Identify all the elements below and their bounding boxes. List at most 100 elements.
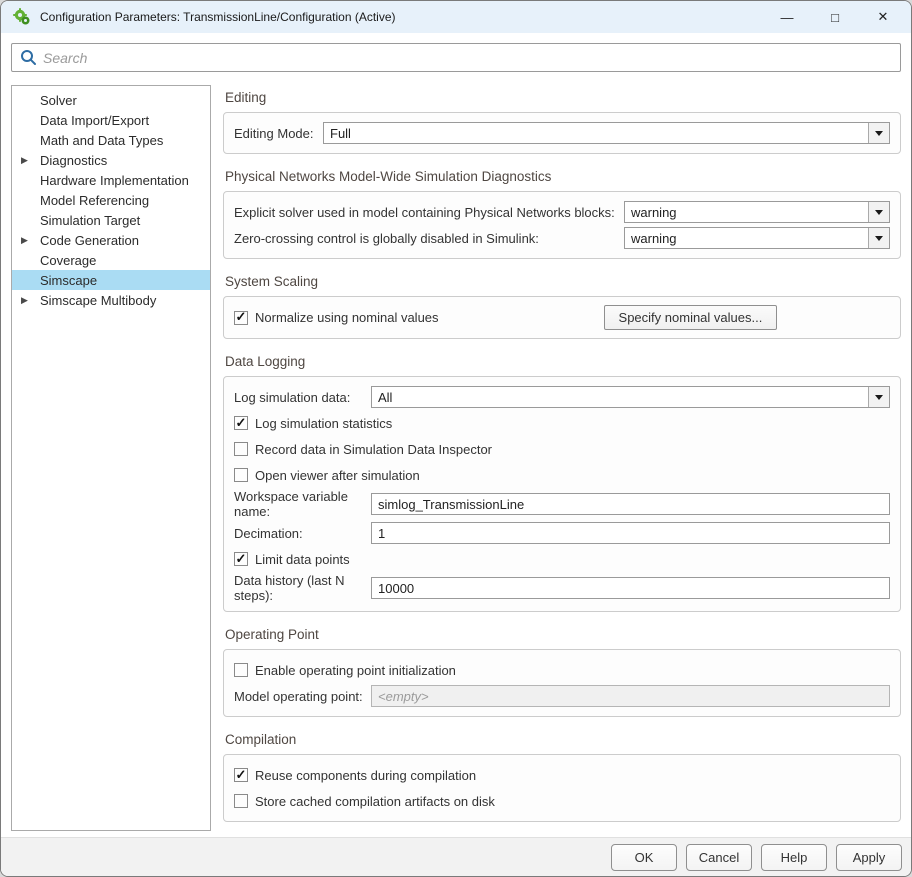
- help-button[interactable]: Help: [761, 843, 827, 871]
- log-statistics-row: Log simulation statistics: [234, 411, 890, 435]
- zero-crossing-label: Zero-crossing control is globally disabl…: [234, 230, 539, 246]
- log-simulation-data-select[interactable]: All: [371, 386, 890, 408]
- sidebar-item-label: Solver: [40, 92, 77, 108]
- reuse-components-label: Reuse components during compilation: [255, 767, 477, 783]
- sidebar-item-label: Hardware Implementation: [40, 172, 189, 188]
- sidebar-item-simscape[interactable]: Simscape: [12, 270, 210, 290]
- maximize-button[interactable]: □: [815, 3, 855, 31]
- ok-button[interactable]: OK: [611, 843, 677, 871]
- limit-data-points-label: Limit data points: [255, 551, 350, 567]
- search-input[interactable]: [43, 49, 894, 66]
- sidebar-item-label: Model Referencing: [40, 192, 150, 208]
- log-statistics-checkbox[interactable]: [234, 416, 248, 430]
- record-sdi-row: Record data in Simulation Data Inspector: [234, 437, 890, 461]
- sidebar-tree: Solver Data Import/Export Math and Data Ty…: [11, 85, 211, 831]
- system-scaling-group: Normalize using nominal values Specify n…: [223, 296, 901, 339]
- log-statistics-label: Log simulation statistics: [255, 415, 393, 431]
- workspace-variable-row: Workspace variable name:: [234, 489, 890, 519]
- search-box[interactable]: [11, 43, 901, 72]
- sidebar-item-label: Simulation Target: [40, 212, 141, 228]
- editing-mode-value: Full: [330, 125, 351, 141]
- operating-point-group: Enable operating point initialization Mo…: [223, 649, 901, 717]
- search-icon: [21, 50, 36, 65]
- expand-arrow-icon[interactable]: ▶: [21, 295, 38, 306]
- sidebar-item-label: Data Import/Export: [40, 112, 150, 128]
- editing-mode-select[interactable]: Full: [323, 122, 890, 144]
- compilation-group: Reuse components during compilation Stor…: [223, 754, 901, 822]
- sidebar-item-label: Simscape: [40, 272, 98, 288]
- sidebar-item-diagnostics[interactable]: ▶ Diagnostics: [12, 150, 210, 170]
- zero-crossing-value: warning: [631, 230, 677, 246]
- sidebar-item-solver[interactable]: Solver: [12, 90, 210, 110]
- log-simulation-data-row: Log simulation data: All: [234, 385, 890, 409]
- sidebar-item-simulation-target[interactable]: Simulation Target: [12, 210, 210, 230]
- sidebar-item-model-referencing[interactable]: Model Referencing: [12, 190, 210, 210]
- workspace-variable-input[interactable]: [371, 493, 890, 515]
- editing-mode-label: Editing Mode:: [234, 125, 314, 141]
- data-history-input[interactable]: [371, 577, 890, 599]
- model-op-input: [371, 685, 890, 707]
- dropdown-arrow-icon[interactable]: [868, 387, 889, 407]
- store-cached-checkbox[interactable]: [234, 794, 248, 808]
- decimation-row: Decimation:: [234, 521, 890, 545]
- minimize-button[interactable]: —: [767, 3, 807, 31]
- cancel-button[interactable]: Cancel: [686, 843, 752, 871]
- close-button[interactable]: ✕: [863, 3, 903, 31]
- sidebar-item-simscape-multibody[interactable]: ▶ Simscape Multibody: [12, 290, 210, 310]
- sidebar-item-label: Diagnostics: [40, 152, 108, 168]
- apply-button[interactable]: Apply: [836, 843, 902, 871]
- dropdown-arrow-icon[interactable]: [868, 202, 889, 222]
- open-viewer-label: Open viewer after simulation: [255, 467, 420, 483]
- sidebar-item-code-generation[interactable]: ▶ Code Generation: [12, 230, 210, 250]
- titlebar: Configuration Parameters: TransmissionLi…: [1, 1, 911, 33]
- explicit-solver-value: warning: [631, 204, 677, 220]
- window-title: Configuration Parameters: TransmissionLi…: [40, 10, 396, 24]
- open-viewer-row: Open viewer after simulation: [234, 463, 890, 487]
- open-viewer-checkbox[interactable]: [234, 468, 248, 482]
- reuse-components-row: Reuse components during compilation: [234, 763, 890, 787]
- sidebar-item-label: Code Generation: [40, 232, 140, 248]
- dialog-body: Solver Data Import/Export Math and Data Ty…: [1, 85, 911, 852]
- record-sdi-checkbox[interactable]: [234, 442, 248, 456]
- sidebar-item-hardware-implementation[interactable]: Hardware Implementation: [12, 170, 210, 190]
- section-title-editing: Editing: [225, 90, 267, 105]
- model-op-row: Model operating point:: [234, 684, 890, 708]
- diagnostics-group: Explicit solver used in model containing…: [223, 191, 901, 259]
- sidebar-item-label: Coverage: [40, 252, 97, 268]
- enable-op-checkbox[interactable]: [234, 663, 248, 677]
- section-title-diagnostics: Physical Networks Model-Wide Simulation …: [225, 169, 552, 184]
- settings-content: Editing Editing Mode: Full Physical Netw…: [211, 85, 901, 852]
- workspace-variable-label: Workspace variable name:: [234, 489, 348, 519]
- sidebar-item-math-and-data-types[interactable]: Math and Data Types: [12, 130, 210, 150]
- limit-data-points-checkbox[interactable]: [234, 552, 248, 566]
- decimation-input[interactable]: [371, 522, 890, 544]
- section-title-system-scaling: System Scaling: [225, 274, 319, 289]
- dropdown-arrow-icon[interactable]: [868, 123, 889, 143]
- expand-arrow-icon[interactable]: ▶: [21, 235, 38, 246]
- editing-mode-row: Editing Mode: Full: [234, 121, 890, 145]
- dropdown-arrow-icon[interactable]: [868, 228, 889, 248]
- zero-crossing-select[interactable]: warning: [624, 227, 890, 249]
- zero-crossing-row: Zero-crossing control is globally disabl…: [234, 226, 890, 250]
- reuse-components-checkbox[interactable]: [234, 768, 248, 782]
- window-controls: — □ ✕: [767, 3, 903, 31]
- expand-arrow-icon[interactable]: ▶: [21, 155, 38, 166]
- normalize-label: Normalize using nominal values: [255, 310, 439, 325]
- explicit-solver-label: Explicit solver used in model containing…: [234, 204, 615, 220]
- enable-op-label: Enable operating point initialization: [255, 662, 456, 678]
- search-row: [1, 33, 911, 85]
- store-cached-label: Store cached compilation artifacts on di…: [255, 793, 495, 809]
- limit-data-points-row: Limit data points: [234, 547, 890, 571]
- configuration-parameters-window: Configuration Parameters: TransmissionLi…: [0, 0, 912, 877]
- footer-bar: OK Cancel Help Apply: [1, 837, 911, 876]
- section-title-compilation: Compilation: [225, 732, 297, 747]
- normalize-row: Normalize using nominal values Specify n…: [234, 305, 890, 330]
- sidebar-item-coverage[interactable]: Coverage: [12, 250, 210, 270]
- specify-nominal-values-button[interactable]: Specify nominal values...: [603, 305, 778, 330]
- normalize-checkbox[interactable]: [234, 310, 248, 325]
- model-op-label: Model operating point:: [234, 688, 363, 704]
- sidebar-item-data-import-export[interactable]: Data Import/Export: [12, 110, 210, 130]
- record-sdi-label: Record data in Simulation Data Inspector: [255, 441, 493, 457]
- explicit-solver-row: Explicit solver used in model containing…: [234, 200, 890, 224]
- explicit-solver-select[interactable]: warning: [624, 201, 890, 223]
